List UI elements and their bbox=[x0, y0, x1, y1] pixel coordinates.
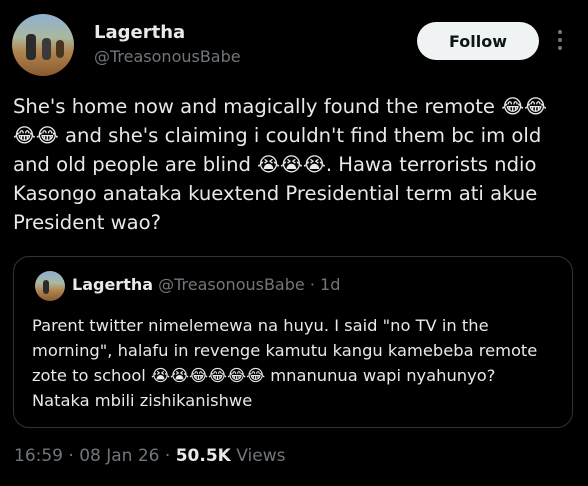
dot-separator: · bbox=[309, 275, 315, 294]
quoted-author-handle: @TreasonousBabe bbox=[158, 275, 305, 294]
views-count: 50.5K bbox=[175, 446, 231, 466]
post-date[interactable]: 08 Jan 26 bbox=[79, 446, 159, 466]
dot-separator: · bbox=[164, 446, 171, 466]
avatar[interactable] bbox=[12, 14, 74, 76]
quoted-author-name: Lagertha bbox=[72, 275, 154, 294]
quoted-tweet[interactable]: Lagertha @TreasonousBabe · 1d Parent twi… bbox=[13, 256, 573, 428]
follow-button[interactable]: Follow bbox=[417, 22, 539, 60]
author-name[interactable]: Lagertha bbox=[94, 22, 185, 43]
quoted-time[interactable]: 1d bbox=[320, 275, 340, 294]
quoted-header: Lagertha @TreasonousBabe · 1d bbox=[72, 275, 340, 294]
author-handle[interactable]: @TreasonousBabe bbox=[94, 47, 241, 66]
tweet-meta: 16:59 · 08 Jan 26 · 50.5K Views bbox=[14, 446, 285, 466]
quoted-text: Parent twitter nimelemewa na huyu. I sai… bbox=[32, 316, 538, 410]
post-time[interactable]: 16:59 bbox=[14, 446, 63, 466]
quoted-avatar[interactable] bbox=[35, 271, 65, 301]
dot-separator: · bbox=[68, 446, 74, 466]
tweet-text: She's home now and magically found the r… bbox=[13, 95, 548, 234]
views-label: Views bbox=[236, 446, 286, 466]
more-vertical-icon[interactable] bbox=[552, 26, 568, 56]
tweet-header: Lagertha @TreasonousBabe Follow bbox=[0, 0, 588, 90]
